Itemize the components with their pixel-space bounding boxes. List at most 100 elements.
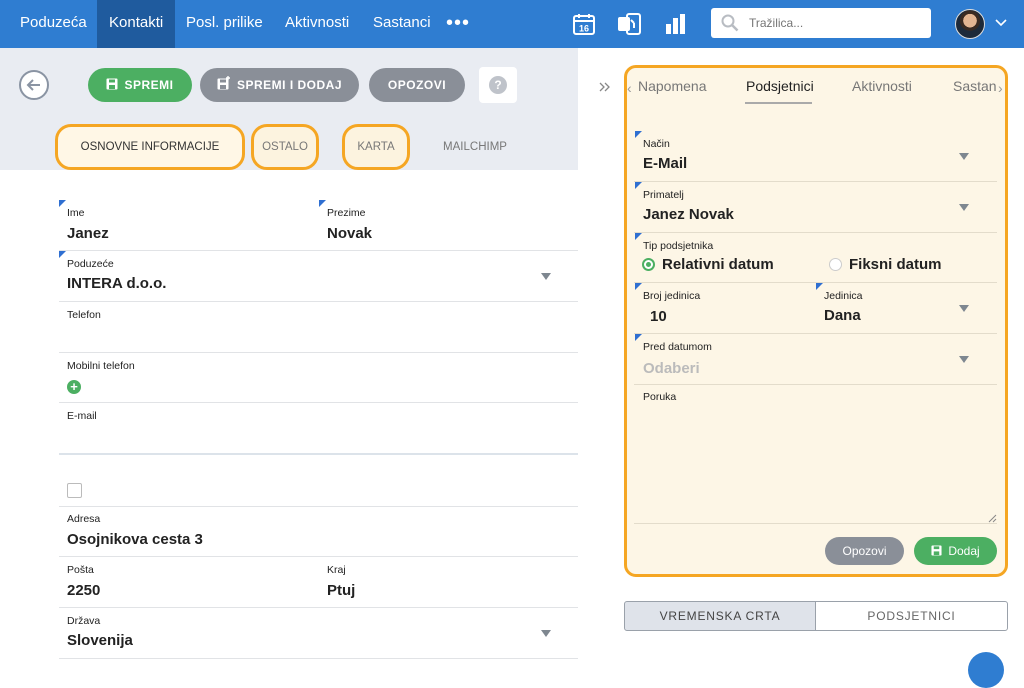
- prezime-input[interactable]: Novak: [327, 225, 372, 242]
- field-mobilni[interactable]: [59, 353, 578, 403]
- tab-ostalo[interactable]: OSTALO: [251, 124, 319, 170]
- poduzece-label: Poduzeće: [67, 258, 114, 270]
- divider: [634, 181, 997, 182]
- poruka-textarea[interactable]: [634, 386, 997, 524]
- top-navbar: Poduzeća Kontakti Posl. prilike Aktivnos…: [0, 0, 1024, 48]
- dropdown-caret-icon[interactable]: [959, 356, 969, 363]
- resize-handle-icon[interactable]: [988, 514, 997, 523]
- ime-input[interactable]: Janez: [67, 225, 109, 242]
- floppy-icon: [106, 78, 118, 90]
- required-marker: [635, 283, 642, 290]
- radio-fiksni[interactable]: [829, 258, 842, 271]
- floppy-icon: [931, 545, 942, 556]
- divider: [634, 232, 997, 233]
- tab-podsjetnici-bottom[interactable]: PODSJETNICI: [815, 601, 1008, 631]
- chat-bubble-button[interactable]: [968, 652, 1004, 688]
- calendar-day: 16: [579, 24, 589, 34]
- pred-select[interactable]: Odaberi: [643, 360, 700, 377]
- reminder-add-label: Dodaj: [948, 544, 980, 558]
- radio-fiksni-label[interactable]: Fiksni datum: [849, 256, 942, 273]
- tab-vremenska-crta[interactable]: VREMENSKA CRTA: [624, 601, 816, 631]
- nav-item-aktivnosti[interactable]: Aktivnosti: [285, 0, 349, 48]
- posta-input[interactable]: 2250: [67, 582, 100, 599]
- active-tab-underline: [745, 102, 812, 104]
- nav-item-sastanci[interactable]: Sastanci: [373, 0, 431, 48]
- save-and-add-label: SPREMI I DODAJ: [236, 78, 342, 92]
- field-drzava[interactable]: [59, 608, 578, 659]
- required-marker: [635, 131, 642, 138]
- reminder-add-button[interactable]: Dodaj: [914, 537, 997, 565]
- reminder-cancel-button[interactable]: Opozovi: [825, 537, 904, 565]
- avatar[interactable]: [955, 9, 985, 39]
- kraj-input[interactable]: Ptuj: [327, 582, 355, 599]
- dropdown-caret-icon[interactable]: [959, 204, 969, 211]
- required-marker: [319, 200, 326, 207]
- dropdown-caret-icon[interactable]: [541, 630, 551, 637]
- help-icon: ?: [489, 76, 507, 94]
- dropdown-caret-icon[interactable]: [959, 305, 969, 312]
- chevron-down-icon[interactable]: [994, 15, 1008, 29]
- prezime-label: Prezime: [327, 207, 366, 219]
- cancel-button[interactable]: OPOZOVI: [369, 68, 465, 102]
- required-marker: [635, 182, 642, 189]
- drzava-select[interactable]: Slovenija: [67, 632, 133, 649]
- save-and-add-button[interactable]: SPREMI I DODAJ: [200, 68, 359, 102]
- collapse-panel-icon[interactable]: [598, 80, 612, 94]
- primatelj-label: Primatelj: [643, 189, 684, 201]
- search-box[interactable]: [711, 8, 931, 38]
- tab-mailchimp[interactable]: MAILCHIMP: [430, 124, 520, 170]
- tab-napomena[interactable]: Napomena: [638, 78, 707, 94]
- tab-osnovne-informacije[interactable]: OSNOVNE INFORMACIJE: [55, 124, 245, 170]
- back-button[interactable]: [19, 70, 49, 100]
- adresa-input[interactable]: Osojnikova cesta 3: [67, 531, 203, 548]
- poduzece-select[interactable]: INTERA d.o.o.: [67, 275, 166, 292]
- jedinica-label: Jedinica: [824, 290, 863, 302]
- radio-relativni-label[interactable]: Relativni datum: [662, 256, 774, 273]
- nacin-select[interactable]: E-Mail: [643, 155, 687, 172]
- broj-input[interactable]: 10: [650, 308, 667, 325]
- required-marker: [59, 251, 66, 258]
- required-marker: [635, 233, 642, 240]
- jedinica-select[interactable]: Dana: [824, 307, 861, 324]
- kraj-label: Kraj: [327, 564, 346, 576]
- search-input[interactable]: [749, 13, 919, 33]
- field-telefon[interactable]: [59, 302, 578, 353]
- email-label: E-mail: [67, 410, 97, 422]
- radio-relativni[interactable]: [642, 258, 655, 271]
- field-email[interactable]: [59, 403, 578, 453]
- tip-label: Tip podsjetnika: [643, 240, 714, 252]
- save-label: SPREMI: [124, 78, 174, 92]
- broj-label: Broj jedinica: [643, 290, 701, 302]
- help-button[interactable]: ?: [479, 67, 517, 103]
- tab-aktivnosti[interactable]: Aktivnosti: [852, 78, 912, 94]
- mobilni-label: Mobilni telefon: [67, 360, 135, 372]
- dropdown-caret-icon[interactable]: [959, 153, 969, 160]
- field-posta-kraj: [59, 557, 578, 608]
- dropdown-caret-icon[interactable]: [541, 273, 551, 280]
- reports-icon[interactable]: [664, 12, 688, 36]
- tab-scroll-right-icon[interactable]: ›: [998, 80, 1006, 96]
- arrow-left-icon: [26, 79, 40, 91]
- tab-karta[interactable]: KARTA: [342, 124, 410, 170]
- nav-item-kontakti[interactable]: Kontakti: [97, 0, 176, 48]
- tab-scroll-left-icon[interactable]: ‹: [627, 80, 635, 96]
- posta-label: Pošta: [67, 564, 94, 576]
- telefon-label: Telefon: [67, 309, 101, 321]
- more-icon[interactable]: •••: [446, 12, 470, 35]
- save-button[interactable]: SPREMI: [88, 68, 192, 102]
- floppy-plus-icon: [217, 76, 230, 90]
- calendar-icon[interactable]: 16: [572, 12, 596, 36]
- checkbox[interactable]: [67, 483, 82, 498]
- tasks-icon[interactable]: [616, 12, 641, 36]
- primatelj-select[interactable]: Janez Novak: [643, 206, 734, 223]
- required-marker: [816, 283, 823, 290]
- add-phone-icon[interactable]: +: [67, 380, 81, 394]
- adresa-label: Adresa: [67, 513, 101, 525]
- tab-sastanci[interactable]: Sastan: [953, 78, 997, 94]
- nav-item-poduzeca[interactable]: Poduzeća: [20, 0, 87, 48]
- field-checkbox: [59, 455, 578, 507]
- ime-label: Ime: [67, 207, 85, 219]
- nav-item-posl-prilike[interactable]: Posl. prilike: [186, 0, 263, 48]
- tab-podsjetnici[interactable]: Podsjetnici: [746, 78, 814, 94]
- required-marker: [635, 334, 642, 341]
